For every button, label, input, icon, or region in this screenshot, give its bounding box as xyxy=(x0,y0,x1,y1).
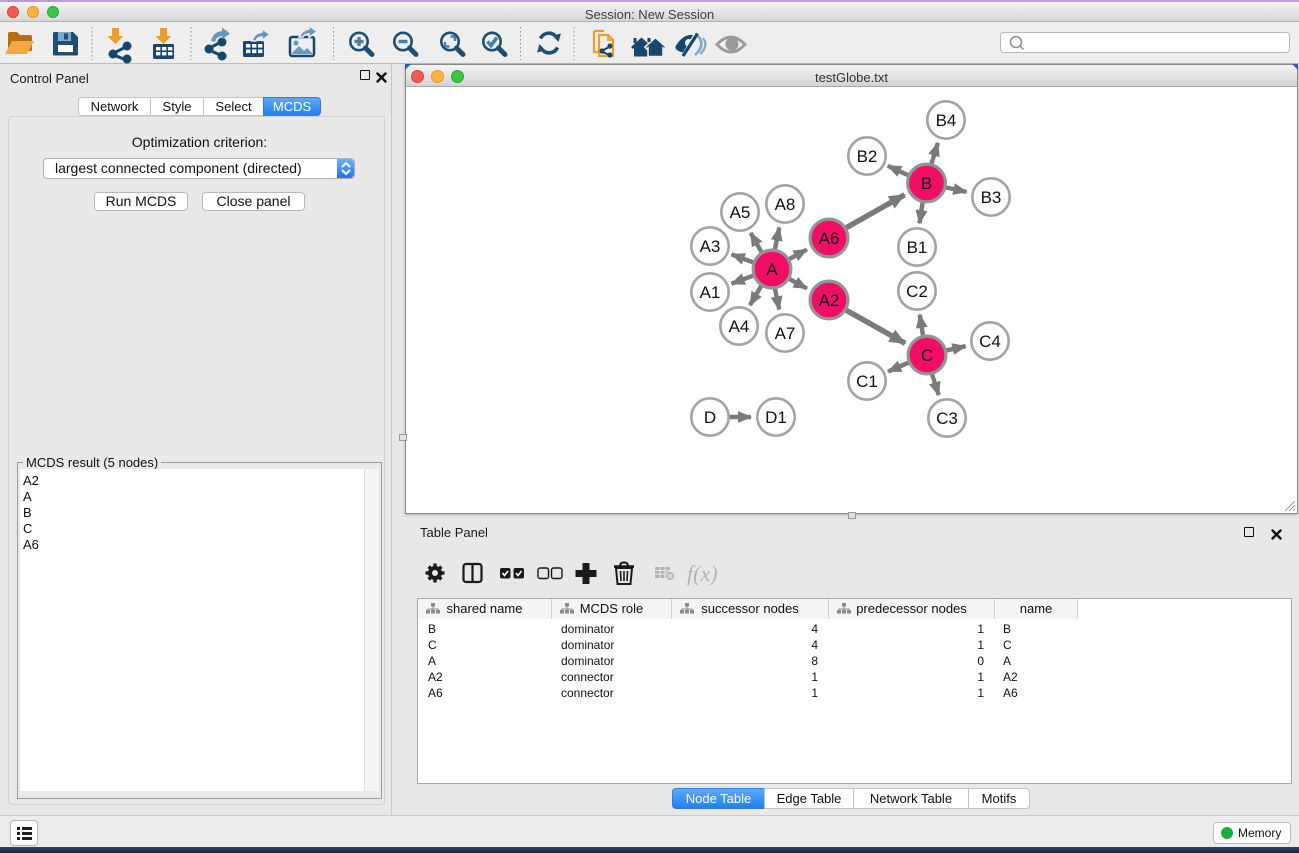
svg-text:C4: C4 xyxy=(979,332,1001,351)
svg-text:f(x): f(x) xyxy=(687,561,718,586)
svg-text:C1: C1 xyxy=(856,372,878,391)
svg-text:B2: B2 xyxy=(857,147,878,166)
svg-text:A1: A1 xyxy=(700,283,721,302)
svg-text:A5: A5 xyxy=(730,203,751,222)
svg-text:B3: B3 xyxy=(981,188,1002,207)
svg-text:C: C xyxy=(921,346,933,365)
svg-text:A8: A8 xyxy=(775,195,796,214)
svg-text:A3: A3 xyxy=(700,237,721,256)
svg-text:C2: C2 xyxy=(906,282,928,301)
svg-text:D: D xyxy=(704,408,716,427)
svg-text:B1: B1 xyxy=(907,238,928,257)
svg-text:D1: D1 xyxy=(765,408,787,427)
svg-text:B4: B4 xyxy=(936,111,957,130)
svg-text:A6: A6 xyxy=(819,229,840,248)
svg-text:A: A xyxy=(766,260,778,279)
svg-text:A4: A4 xyxy=(729,317,750,336)
svg-text:C3: C3 xyxy=(936,409,958,428)
svg-text:B: B xyxy=(921,174,932,193)
svg-text:A2: A2 xyxy=(819,291,840,310)
svg-text:A7: A7 xyxy=(775,324,796,343)
